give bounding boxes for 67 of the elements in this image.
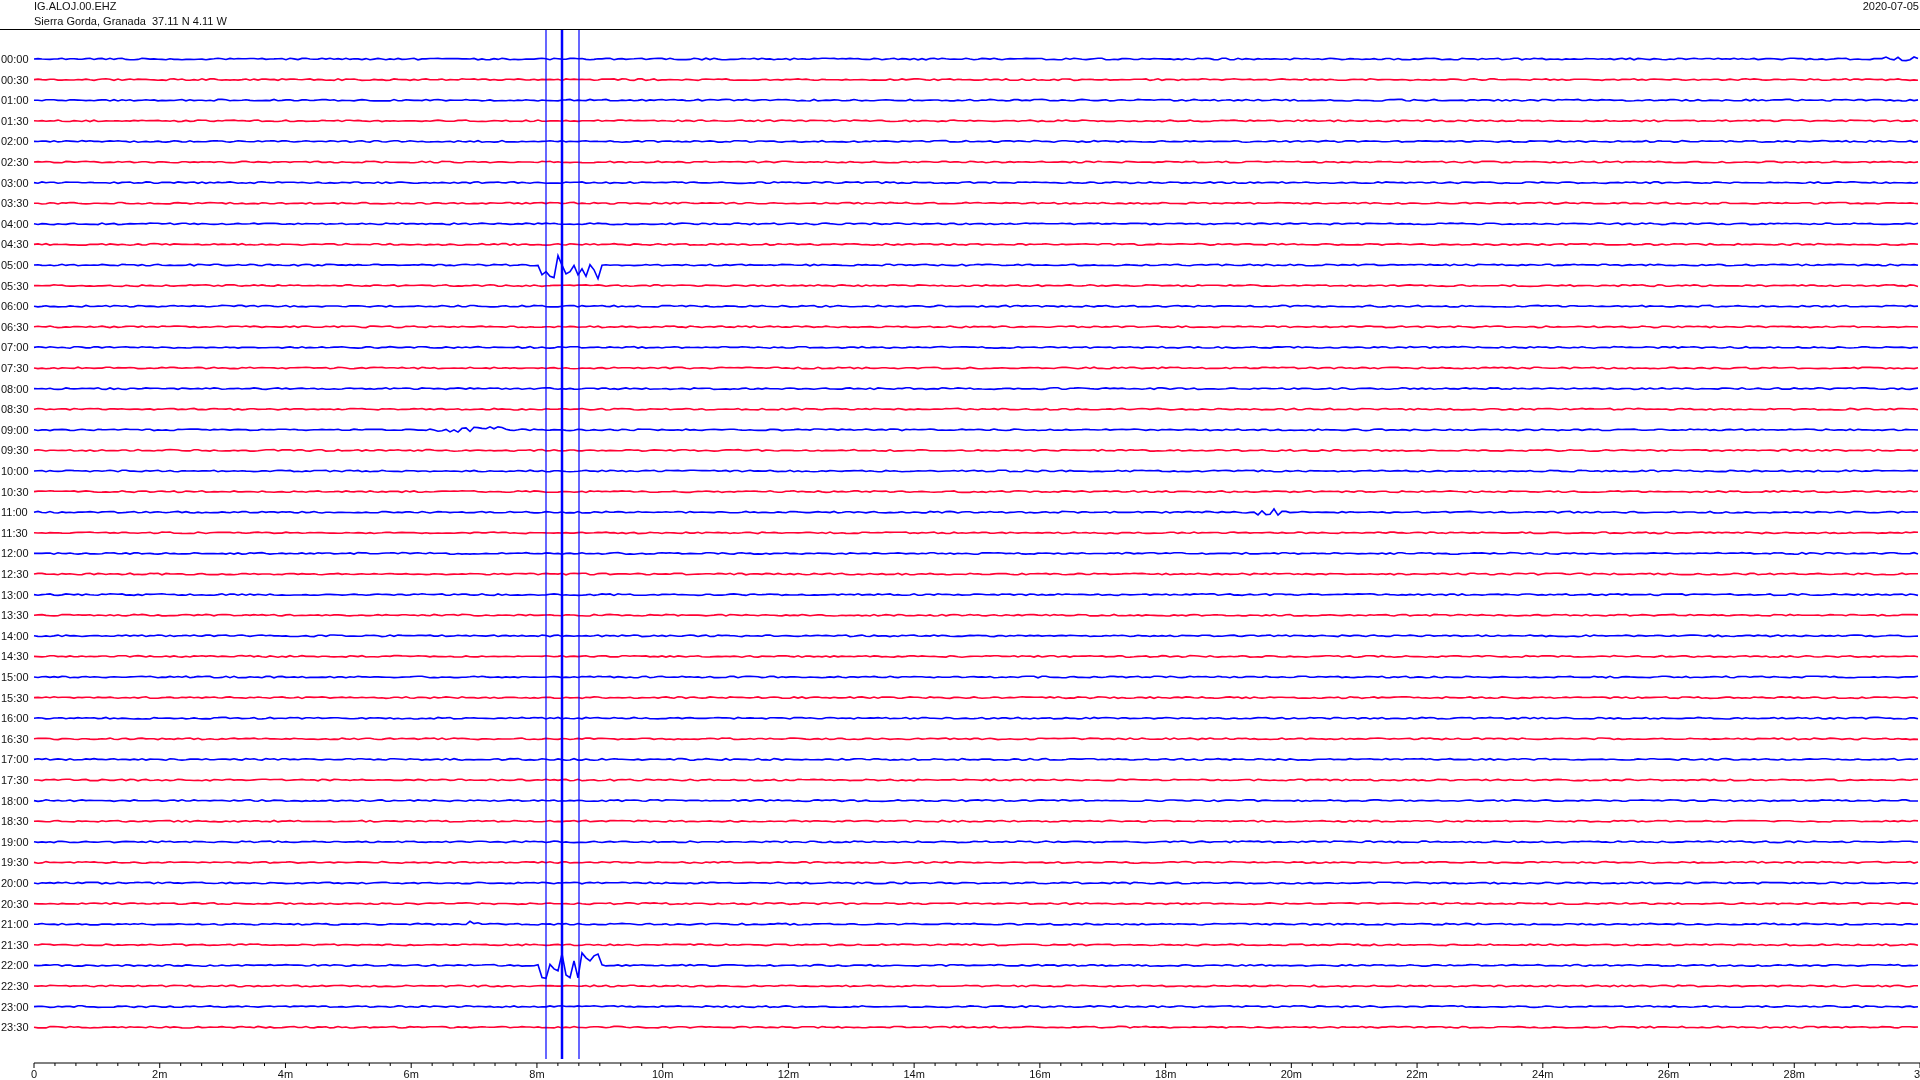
axis-tick-label: 16m xyxy=(1029,1068,1051,1080)
row-time-label: 10:00 xyxy=(1,465,29,477)
row-time-label: 03:00 xyxy=(1,176,29,189)
row-time-label: 09:30 xyxy=(1,444,29,457)
row-time-label: 12:30 xyxy=(1,568,29,580)
row-time-label: 17:00 xyxy=(1,753,29,766)
row-time-label: 05:00 xyxy=(1,259,29,271)
row-time-label: 16:00 xyxy=(1,712,29,725)
row-time-label: 03:30 xyxy=(1,197,29,210)
row-time-label: 05:30 xyxy=(1,279,29,292)
row-time-label: 22:00 xyxy=(1,959,29,972)
row-time-label: 15:00 xyxy=(1,671,29,683)
axis-tick-label: 18m xyxy=(1154,1068,1177,1080)
row-time-label: 21:00 xyxy=(1,918,29,931)
station-code: IG.ALOJ.00.EHZ xyxy=(34,0,118,13)
row-time-label: 18:30 xyxy=(1,815,29,828)
row-time-label: 23:00 xyxy=(1,1000,29,1013)
axis-tick-label: 28m xyxy=(1783,1068,1805,1080)
station-location: Sierra Gorda, Granada 37.11 N 4.11 W xyxy=(34,15,227,28)
axis-tick-label: 6m xyxy=(403,1068,419,1080)
row-time-label: 20:00 xyxy=(1,877,29,889)
axis-tick-label: 4m xyxy=(277,1068,294,1080)
row-time-label: 02:30 xyxy=(1,156,29,168)
axis-tick-label: 26m xyxy=(1657,1068,1680,1080)
row-time-label: 00:30 xyxy=(1,73,29,86)
row-time-label: 01:00 xyxy=(1,94,29,107)
axis-tick-label: 8m xyxy=(529,1068,545,1080)
row-time-label: 04:00 xyxy=(1,217,29,230)
axis-tick-label: 0 xyxy=(30,1068,38,1080)
row-time-label: 11:30 xyxy=(1,526,28,539)
axis-tick-label: 22m xyxy=(1406,1068,1428,1080)
row-time-label: 08:00 xyxy=(1,382,29,395)
row-time-label: 11:00 xyxy=(1,506,28,519)
row-time-label: 20:30 xyxy=(1,897,29,910)
row-time-label: 06:30 xyxy=(1,320,29,333)
row-time-label: 00:00 xyxy=(1,53,29,65)
row-time-label: 08:30 xyxy=(1,403,29,416)
axis-tick-label: 24m xyxy=(1532,1068,1554,1080)
row-time-label: 13:30 xyxy=(1,609,29,622)
axis-tick-label: 14m xyxy=(903,1068,925,1080)
row-time-label: 02:00 xyxy=(1,135,29,148)
row-time-label: 04:30 xyxy=(1,238,29,251)
row-time-label: 23:30 xyxy=(1,1021,29,1034)
row-time-label: 17:30 xyxy=(1,774,29,786)
axis-tick-label: 12m xyxy=(777,1068,800,1080)
axis-tick-label: 3 xyxy=(1913,1068,1920,1080)
row-time-label: 12:00 xyxy=(1,547,29,560)
row-time-label: 14:00 xyxy=(1,629,29,642)
row-time-label: 01:30 xyxy=(1,114,29,127)
row-time-label: 22:30 xyxy=(1,980,29,992)
row-time-label: 19:00 xyxy=(1,835,29,848)
row-time-label: 10:30 xyxy=(1,485,29,498)
axis-tick-label: 10m xyxy=(651,1068,674,1080)
row-time-label: 13:00 xyxy=(1,588,29,601)
row-time-label: 09:00 xyxy=(1,423,29,436)
axis-tick-label: 2m xyxy=(152,1068,168,1080)
plot-date: 2020-07-05 xyxy=(1862,0,1920,13)
row-time-label: 14:30 xyxy=(1,650,29,663)
row-time-label: 15:30 xyxy=(1,691,29,704)
row-time-label: 06:00 xyxy=(1,300,29,313)
row-time-label: 16:30 xyxy=(1,732,29,745)
row-time-label: 07:00 xyxy=(1,341,29,354)
row-time-label: 07:30 xyxy=(1,362,29,374)
row-time-label: 19:30 xyxy=(1,856,29,869)
row-time-label: 21:30 xyxy=(1,938,29,951)
axis-tick-label: 20m xyxy=(1280,1068,1303,1080)
row-time-label: 18:00 xyxy=(1,794,29,807)
